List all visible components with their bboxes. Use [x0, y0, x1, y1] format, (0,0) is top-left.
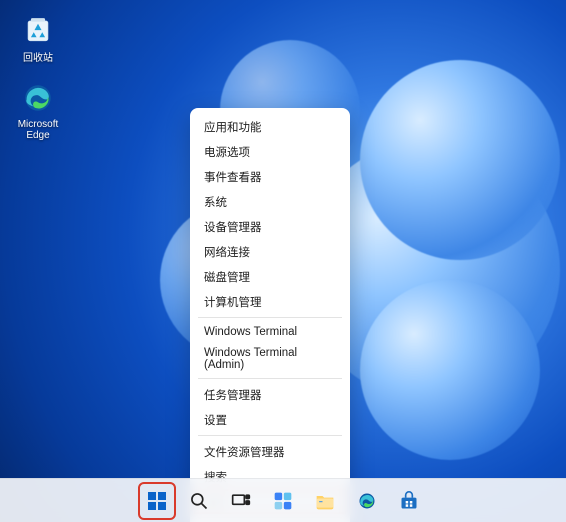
taskview-button[interactable]	[224, 484, 258, 518]
start-button[interactable]	[140, 484, 174, 518]
menu-item-label: 事件查看器	[204, 172, 262, 184]
menu-item-apps-features[interactable]: 应用和功能	[190, 114, 350, 139]
menu-separator	[198, 317, 342, 318]
wallpaper-bloom	[360, 280, 540, 460]
desktop-icon-edge[interactable]: Microsoft Edge	[8, 80, 68, 141]
edge-icon	[20, 80, 56, 116]
search-button[interactable]	[182, 484, 216, 518]
menu-item-windows-terminal-admin[interactable]: Windows Terminal (Admin)	[190, 342, 350, 375]
file-explorer-icon	[314, 490, 336, 512]
menu-item-label: 任务管理器	[204, 390, 262, 402]
recycle-bin-icon	[20, 10, 56, 46]
desktop-icon-recycle-bin[interactable]: 回收站	[8, 10, 68, 64]
menu-item-network-connections[interactable]: 网络连接	[190, 239, 350, 264]
desktop[interactable]: 回收站 Microsoft Edge 应用和功能电源选项事件查看器系统设备管理器…	[0, 0, 566, 522]
taskview-icon	[230, 490, 252, 512]
menu-item-event-viewer[interactable]: 事件查看器	[190, 164, 350, 189]
desktop-icon-label: 回收站	[8, 49, 68, 64]
menu-item-label: 系统	[204, 197, 227, 209]
menu-item-label: 磁盘管理	[204, 272, 250, 284]
menu-item-power-options[interactable]: 电源选项	[190, 139, 350, 164]
menu-item-label: 应用和功能	[204, 122, 262, 134]
menu-separator	[198, 435, 342, 436]
menu-item-label: 计算机管理	[204, 297, 262, 309]
start-icon	[146, 490, 168, 512]
menu-item-task-manager[interactable]: 任务管理器	[190, 382, 350, 407]
menu-item-label: Windows Terminal (Admin)	[204, 347, 297, 371]
menu-item-label: 文件资源管理器	[204, 447, 285, 459]
edge-button[interactable]	[350, 484, 384, 518]
menu-item-label: 设置	[204, 415, 227, 427]
taskbar	[0, 478, 566, 522]
menu-item-settings[interactable]: 设置	[190, 407, 350, 432]
menu-item-device-manager[interactable]: 设备管理器	[190, 214, 350, 239]
store-button[interactable]	[392, 484, 426, 518]
menu-item-windows-terminal[interactable]: Windows Terminal	[190, 321, 350, 342]
desktop-icon-label: Microsoft Edge	[8, 119, 68, 141]
menu-item-computer-management[interactable]: 计算机管理	[190, 289, 350, 314]
menu-item-disk-management[interactable]: 磁盘管理	[190, 264, 350, 289]
widgets-icon	[272, 490, 294, 512]
widgets-button[interactable]	[266, 484, 300, 518]
menu-item-system[interactable]: 系统	[190, 189, 350, 214]
wallpaper-bloom	[360, 60, 560, 260]
menu-separator	[198, 378, 342, 379]
store-icon	[398, 490, 420, 512]
menu-item-label: Windows Terminal	[204, 326, 297, 338]
menu-item-file-explorer[interactable]: 文件资源管理器	[190, 439, 350, 464]
file-explorer-button[interactable]	[308, 484, 342, 518]
menu-item-label: 网络连接	[204, 247, 250, 259]
search-icon	[188, 490, 210, 512]
menu-item-label: 设备管理器	[204, 222, 262, 234]
menu-item-label: 电源选项	[204, 147, 250, 159]
edge-icon	[356, 490, 378, 512]
start-context-menu: 应用和功能电源选项事件查看器系统设备管理器网络连接磁盘管理计算机管理 Window…	[190, 108, 350, 522]
